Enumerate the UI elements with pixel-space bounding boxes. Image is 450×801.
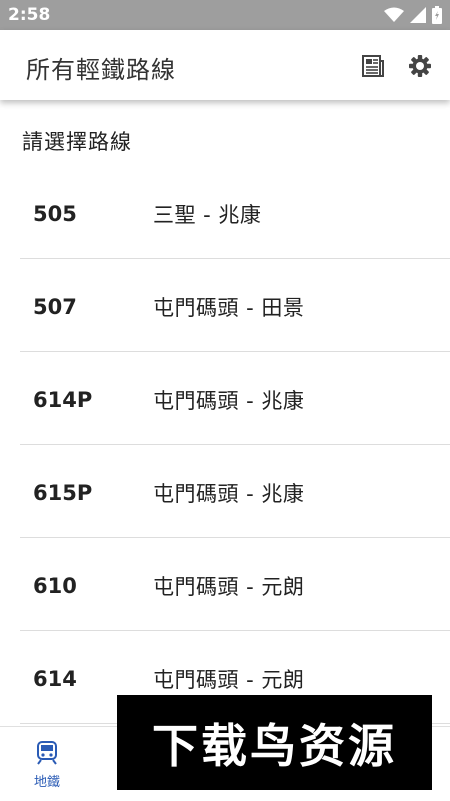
route-number: 614P bbox=[33, 388, 93, 412]
route-name: 屯門碼頭 - 兆康 bbox=[153, 389, 305, 413]
route-number: 507 bbox=[33, 295, 77, 319]
route-row-615p[interactable]: 615P 屯門碼頭 - 兆康 bbox=[20, 445, 450, 538]
route-name: 屯門碼頭 - 元朗 bbox=[153, 668, 305, 692]
status-time: 2:58 bbox=[8, 5, 51, 25]
settings-button[interactable] bbox=[406, 52, 434, 80]
route-name: 屯門碼頭 - 田景 bbox=[153, 296, 305, 320]
route-name: 屯門碼頭 - 元朗 bbox=[153, 575, 305, 599]
signal-icon bbox=[410, 7, 426, 23]
route-number: 610 bbox=[33, 574, 77, 598]
nav-item-mtr[interactable]: 地鐵 bbox=[22, 741, 72, 790]
battery-icon bbox=[432, 6, 442, 24]
news-icon bbox=[362, 55, 384, 77]
route-row-505[interactable]: 505 三聖 - 兆康 bbox=[20, 166, 450, 259]
watermark: 下载鸟资源 bbox=[117, 695, 432, 790]
status-bar: 2:58 bbox=[0, 0, 450, 30]
route-name: 三聖 - 兆康 bbox=[153, 203, 262, 227]
route-row-610[interactable]: 610 屯門碼頭 - 元朗 bbox=[20, 538, 450, 631]
route-number: 505 bbox=[33, 202, 77, 226]
section-title: 請選擇路線 bbox=[22, 130, 132, 154]
app-bar: 所有輕鐵路線 bbox=[0, 30, 450, 100]
settings-gear-icon bbox=[409, 55, 431, 77]
news-button[interactable] bbox=[358, 52, 386, 80]
wifi-icon bbox=[384, 7, 404, 22]
train-icon bbox=[37, 741, 57, 765]
status-icons bbox=[384, 5, 442, 25]
route-list: 505 三聖 - 兆康 507 屯門碼頭 - 田景 614P 屯門碼頭 - 兆康… bbox=[20, 166, 450, 724]
route-number: 614 bbox=[33, 667, 77, 691]
route-number: 615P bbox=[33, 481, 93, 505]
watermark-text: 下载鸟资源 bbox=[152, 718, 397, 773]
route-name: 屯門碼頭 - 兆康 bbox=[153, 482, 305, 506]
route-row-614p[interactable]: 614P 屯門碼頭 - 兆康 bbox=[20, 352, 450, 445]
nav-label: 地鐵 bbox=[33, 775, 60, 790]
route-row-507[interactable]: 507 屯門碼頭 - 田景 bbox=[20, 259, 450, 352]
app-title: 所有輕鐵路線 bbox=[26, 56, 176, 84]
